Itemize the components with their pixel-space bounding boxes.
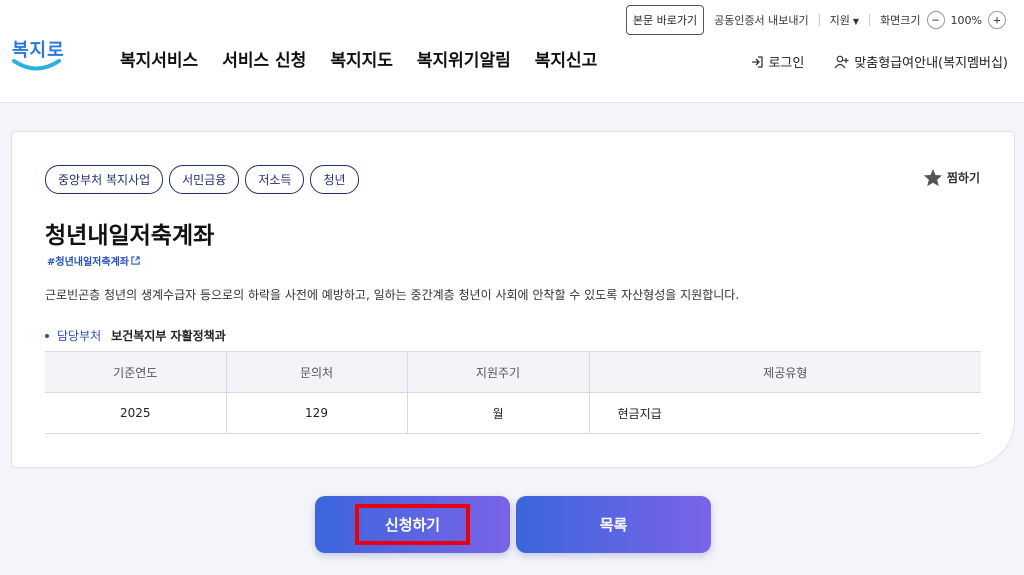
cell-year: 2025 xyxy=(45,392,227,434)
login-label: 로그인 xyxy=(768,56,805,71)
zoom-out-button[interactable]: − xyxy=(926,11,945,29)
nav-crisis-alert[interactable]: 복지위기알림 xyxy=(417,46,511,71)
department-label: 담당부처 xyxy=(57,329,102,343)
column-header-year: 기준연도 xyxy=(45,351,227,393)
category-tags: 중앙부처 복지사업 서민금융 저소득 청년 xyxy=(45,165,359,194)
membership-label: 맞춤형급여안내(복지멤버십) xyxy=(854,56,1008,71)
favorite-button[interactable]: 찜하기 xyxy=(923,168,980,187)
table-row: 2025 129 월 현금지급 xyxy=(45,392,981,434)
chevron-down-icon: ▼ xyxy=(852,17,860,26)
tag-youth[interactable]: 청년 xyxy=(310,165,359,194)
logo-smile-icon xyxy=(12,59,61,71)
cell-cycle: 월 xyxy=(407,392,590,434)
cell-contact: 129 xyxy=(226,392,408,434)
bullet-icon xyxy=(45,333,49,338)
list-label: 목록 xyxy=(599,516,628,534)
support-label: 지원 xyxy=(829,14,850,27)
list-button[interactable]: 목록 xyxy=(516,496,711,553)
main-navigation: 복지서비스 서비스 신청 복지지도 복지위기알림 복지신고 xyxy=(120,46,597,71)
cert-export-link[interactable]: 공동인증서 내보내기 xyxy=(714,12,809,28)
utility-bar: 본문 바로가기 공동인증서 내보내기 지원 ▼ 화면크기 − 100% + xyxy=(625,5,1012,35)
apply-button[interactable]: 신청하기 xyxy=(315,496,510,553)
apply-label: 신청하기 xyxy=(354,504,471,545)
column-header-contact: 문의처 xyxy=(226,351,408,393)
service-info-table: 기준연도 문의처 지원주기 제공유형 2025 129 월 현금지급 xyxy=(45,351,981,434)
site-header: 본문 바로가기 공동인증서 내보내기 지원 ▼ 화면크기 − 100% + 복지로… xyxy=(0,0,1024,103)
login-icon xyxy=(752,55,764,68)
divider xyxy=(818,14,820,26)
nav-welfare-report[interactable]: 복지신고 xyxy=(535,46,598,71)
cell-type: 현금지급 xyxy=(589,392,981,434)
department-info: 담당부처 보건복지부 자활정책과 xyxy=(45,327,226,344)
zoom-in-button[interactable]: + xyxy=(988,11,1006,29)
service-hashtag-link[interactable]: #청년내일저축계좌 xyxy=(47,253,140,268)
hashtag-label: #청년내일저축계좌 xyxy=(47,257,129,268)
service-description: 근로빈곤층 청년의 생계수급자 등으로의 하락을 사전에 예방하고, 일하는 중… xyxy=(45,288,740,302)
table-header-row: 기준연도 문의처 지원주기 제공유형 xyxy=(45,351,981,393)
tag-low-income[interactable]: 저소득 xyxy=(245,165,305,194)
star-icon xyxy=(923,168,942,187)
support-menu[interactable]: 지원 ▼ xyxy=(830,12,859,28)
column-header-type: 제공유형 xyxy=(589,351,981,393)
tag-finance[interactable]: 서민금융 xyxy=(169,165,240,194)
site-logo[interactable]: 복지로 xyxy=(12,36,68,80)
user-plus-icon xyxy=(834,55,849,68)
column-header-cycle: 지원주기 xyxy=(407,351,590,393)
skip-to-content-button[interactable]: 본문 바로가기 xyxy=(625,5,705,35)
nav-welfare-map[interactable]: 복지지도 xyxy=(330,46,393,71)
nav-service-apply[interactable]: 서비스 신청 xyxy=(222,46,306,71)
login-link[interactable]: 로그인 xyxy=(750,52,804,71)
zoom-label: 화면크기 xyxy=(880,14,921,27)
membership-link[interactable]: 맞춤형급여안내(복지멤버십) xyxy=(834,52,1008,71)
nav-welfare-service[interactable]: 복지서비스 xyxy=(120,46,198,71)
divider xyxy=(869,14,871,26)
account-nav: 로그인 맞춤형급여안내(복지멤버십) xyxy=(750,52,1008,71)
department-value: 보건복지부 자활정책과 xyxy=(111,329,226,343)
favorite-label: 찜하기 xyxy=(946,171,980,185)
tag-central-ministry[interactable]: 중앙부처 복지사업 xyxy=(45,165,164,194)
zoom-value: 100% xyxy=(950,13,982,27)
service-title: 청년내일저축계좌 xyxy=(45,222,215,248)
external-link-icon xyxy=(131,256,140,265)
service-detail-card: 중앙부처 복지사업 서민금융 저소득 청년 찜하기 청년내일저축계좌 #청년내일… xyxy=(11,131,1015,468)
